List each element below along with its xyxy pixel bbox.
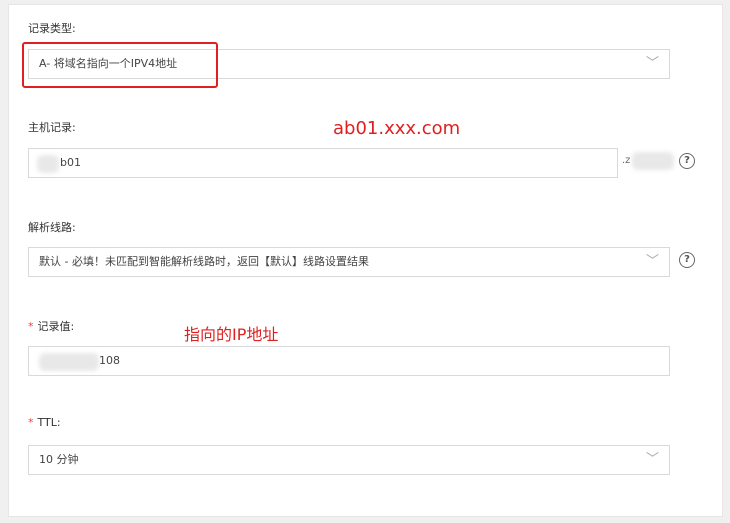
ttl-select[interactable]: 10 分钟 ﹀ [28, 445, 670, 475]
chevron-down-icon: ﹀ [645, 56, 659, 71]
required-mark: * [28, 320, 34, 333]
record-value-value: 108 [99, 354, 120, 367]
redacted-blur [39, 353, 99, 371]
host-record-value: b01 [60, 156, 81, 169]
domain-suffix: .z [622, 155, 631, 166]
record-type-highlight-box [22, 42, 218, 88]
host-record-annotation: ab01.xxx.com [333, 118, 461, 139]
host-record-label: 主机记录: [28, 121, 76, 134]
chevron-down-icon: ﹀ [645, 452, 659, 467]
resolve-line-value: 默认 - 必填！未匹配到智能解析线路时，返回【默认】线路设置结果 [39, 255, 369, 268]
record-value-label-text: 记录值: [37, 320, 75, 333]
domain-suffix-blur [632, 152, 674, 170]
record-value-input[interactable]: 108 [28, 346, 670, 376]
record-type-label: 记录类型: [28, 22, 76, 35]
record-value-label: * 记录值: [28, 318, 74, 334]
ttl-value: 10 分钟 [39, 453, 79, 466]
chevron-down-icon: ﹀ [645, 254, 659, 269]
ttl-label: * TTL: [28, 416, 61, 429]
host-record-input[interactable]: b01 [28, 148, 618, 178]
resolve-line-select[interactable]: 默认 - 必填！未匹配到智能解析线路时，返回【默认】线路设置结果 ﹀ [28, 247, 670, 277]
help-circle-icon[interactable]: ? [679, 252, 695, 268]
ttl-label-text: TTL: [37, 416, 61, 429]
resolve-line-label: 解析线路: [28, 221, 76, 234]
record-value-annotation: 指向的IP地址 [184, 325, 279, 344]
help-circle-icon[interactable]: ? [679, 153, 695, 169]
redacted-blur [37, 155, 59, 173]
required-mark: * [28, 416, 34, 429]
